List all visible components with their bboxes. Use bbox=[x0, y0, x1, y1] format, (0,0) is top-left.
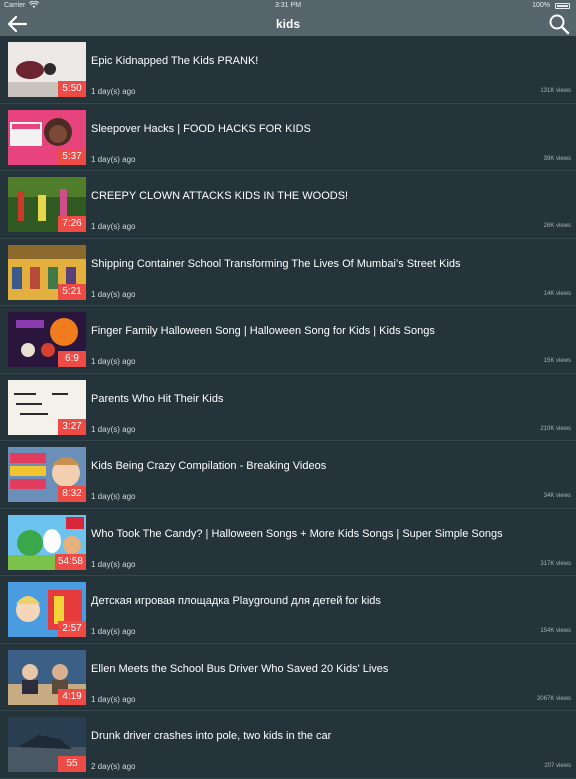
video-title: Parents Who Hit Their Kids bbox=[91, 392, 224, 405]
video-thumbnail: 7:26 bbox=[8, 177, 86, 232]
video-row[interactable]: 5:37 Sleepover Hacks | FOOD HACKS FOR KI… bbox=[0, 104, 576, 171]
video-thumbnail: 3:27 bbox=[8, 379, 86, 435]
video-thumbnail: 54:58 bbox=[8, 514, 86, 570]
view-count: 34K views bbox=[543, 493, 571, 499]
view-count: 2067K views bbox=[536, 695, 571, 702]
video-row[interactable]: 2:57 Детская игровая площадка Playground… bbox=[0, 576, 576, 644]
video-age: 1 day(s) ago bbox=[91, 424, 136, 434]
video-thumbnail: 2:57 bbox=[8, 582, 86, 637]
view-count: 26K views bbox=[543, 223, 571, 229]
duration-badge: 54:58 bbox=[54, 553, 86, 570]
video-age: 1 day(s) ago bbox=[91, 694, 136, 704]
view-count: 154K views bbox=[540, 628, 571, 634]
video-title: Epic Kidnapped The Kids PRANK! bbox=[91, 55, 259, 67]
duration-badge: 7:26 bbox=[58, 216, 86, 232]
duration-badge: 8:32 bbox=[58, 486, 86, 502]
video-age: 1 day(s) ago bbox=[91, 289, 136, 299]
duration-badge: 4:19 bbox=[58, 688, 86, 705]
page-title: kids bbox=[275, 17, 300, 31]
status-time: 3:31 PM bbox=[274, 2, 302, 9]
view-count: 317K views bbox=[540, 560, 571, 567]
video-age: 1 day(s) ago bbox=[91, 492, 136, 501]
video-row[interactable]: 6:9 Finger Family Halloween Song | Hallo… bbox=[0, 306, 576, 374]
duration-badge: 2:57 bbox=[58, 621, 86, 637]
video-age: 1 day(s) ago bbox=[91, 87, 136, 96]
video-thumbnail: 5:37 bbox=[8, 109, 86, 165]
video-thumbnail: 4:19 bbox=[8, 649, 86, 705]
video-thumbnail: 5:21 bbox=[8, 244, 86, 300]
video-row[interactable]: 3:27 Parents Who Hit Their Kids 1 day(s)… bbox=[0, 374, 576, 441]
video-age: 1 day(s) ago bbox=[91, 627, 136, 636]
view-count: 207 views bbox=[544, 763, 571, 769]
video-title: Finger Family Halloween Song | Halloween… bbox=[91, 325, 435, 337]
video-row[interactable]: 4:19 Ellen Meets the School Bus Driver W… bbox=[0, 644, 576, 711]
video-title: Sleepover Hacks | FOOD HACKS FOR KIDS bbox=[91, 122, 311, 135]
video-row[interactable]: 7:26 CREEPY CLOWN ATTACKS KIDS IN THE WO… bbox=[0, 171, 576, 239]
video-row[interactable]: 54:58 Who Took The Candy? | Halloween So… bbox=[0, 509, 576, 576]
video-thumbnail: 6:9 bbox=[8, 312, 86, 367]
video-row[interactable]: 5:21 Shipping Container School Transform… bbox=[0, 239, 576, 306]
video-title: Kids Being Crazy Compilation - Breaking … bbox=[91, 460, 327, 472]
video-thumbnail: 8:32 bbox=[8, 447, 86, 502]
duration-badge: 6:9 bbox=[58, 351, 86, 367]
video-title: CREEPY CLOWN ATTACKS KIDS IN THE WOODS! bbox=[91, 190, 349, 202]
video-row[interactable]: 5:50 Epic Kidnapped The Kids PRANK! 1 da… bbox=[0, 36, 576, 104]
search-button[interactable] bbox=[548, 13, 570, 35]
video-list: 5:50 Epic Kidnapped The Kids PRANK! 1 da… bbox=[0, 36, 576, 779]
view-count: 14K views bbox=[543, 290, 571, 297]
video-thumbnail: 55 bbox=[8, 717, 86, 772]
battery-percent: 100% bbox=[532, 2, 550, 9]
video-age: 1 day(s) ago bbox=[91, 222, 136, 231]
view-count: 210K views bbox=[540, 425, 571, 432]
view-count: 15K views bbox=[543, 358, 571, 364]
view-count: 39K views bbox=[543, 155, 571, 162]
video-age: 1 day(s) ago bbox=[91, 357, 136, 366]
video-age: 1 day(s) ago bbox=[91, 559, 136, 569]
duration-badge: 55 bbox=[58, 756, 86, 772]
duration-badge: 3:27 bbox=[58, 418, 86, 435]
duration-badge: 5:50 bbox=[58, 81, 86, 97]
duration-badge: 5:21 bbox=[58, 283, 86, 300]
video-age: 1 day(s) ago bbox=[91, 154, 136, 164]
duration-badge: 5:37 bbox=[58, 148, 86, 165]
video-title: Детская игровая площадка Playground для … bbox=[91, 595, 381, 607]
video-age: 2 day(s) ago bbox=[91, 762, 136, 771]
video-title: Drunk driver crashes into pole, two kids… bbox=[91, 730, 332, 742]
video-title: Who Took The Candy? | Halloween Songs + … bbox=[91, 527, 503, 540]
video-thumbnail: 5:50 bbox=[8, 42, 86, 97]
status-bar: Carrier 3:31 PM 100% bbox=[0, 0, 576, 12]
video-row[interactable]: 8:32 Kids Being Crazy Compilation - Brea… bbox=[0, 441, 576, 509]
video-title: Shipping Container School Transforming T… bbox=[91, 257, 461, 270]
nav-bar: kids bbox=[0, 12, 576, 36]
video-title: Ellen Meets the School Bus Driver Who Sa… bbox=[91, 662, 389, 675]
video-row[interactable]: 55 Drunk driver crashes into pole, two k… bbox=[0, 711, 576, 779]
view-count: 131K views bbox=[540, 88, 571, 94]
battery-icon bbox=[555, 3, 570, 9]
